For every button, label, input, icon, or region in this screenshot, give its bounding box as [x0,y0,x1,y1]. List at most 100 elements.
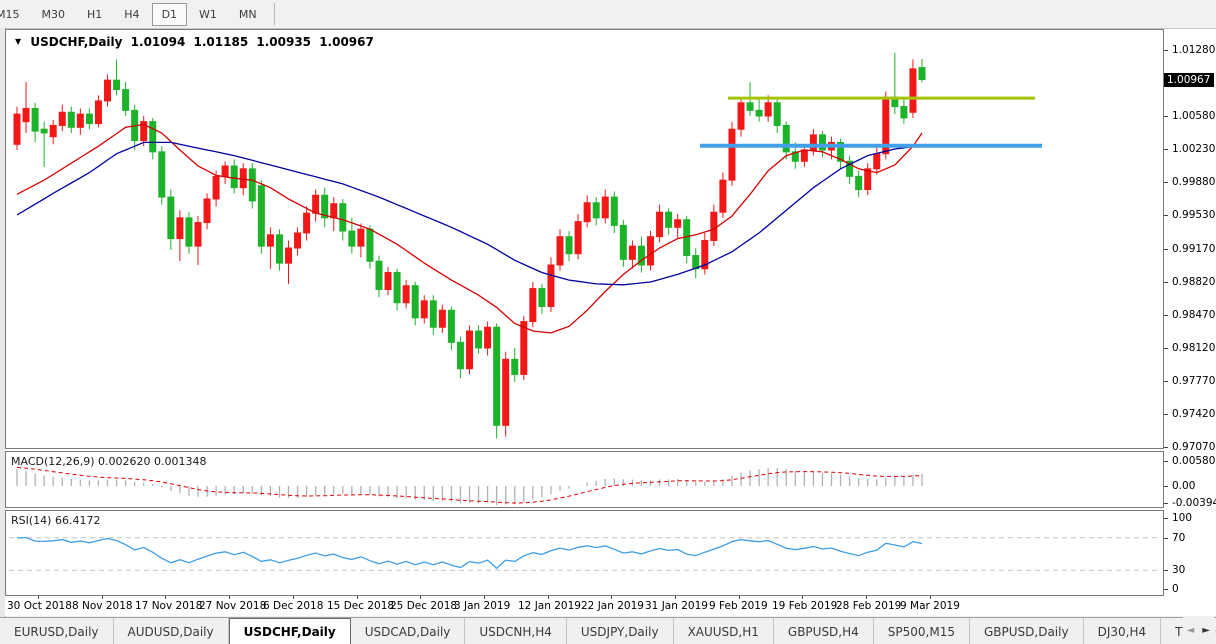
date-axis-tick [866,596,867,599]
axis-tick [1164,348,1168,349]
symbol-dropdown-icon[interactable]: ▼ [15,37,21,46]
date-axis-label: 22 Jan 2019 [581,600,644,612]
axis-tick [1164,215,1168,216]
date-axis-tick [484,596,485,599]
price-axis-label: 0.98120 [1172,342,1215,354]
mt4-window: M15M30H1H4D1W1MN ▼ USDCHF,Daily 1.01094 … [0,0,1216,644]
price-axis-label: 0.97770 [1172,375,1215,387]
timeframe-button-h4[interactable]: H4 [114,3,149,26]
axis-tick [1164,182,1168,183]
chart-tab-eurusd[interactable]: EURUSD,Daily [0,618,114,644]
date-axis-label: 30 Oct 2018 [7,600,72,612]
date-axis-tick [102,596,103,599]
chart-symbol-label: USDCHF,Daily [30,35,122,49]
timeframe-button-m15[interactable]: M15 [0,3,30,26]
date-axis-tick [548,596,549,599]
macd-label: MACD(12,26,9) 0.002620 0.001348 [11,455,207,468]
tab-scroll-arrows: ◄ ► [1183,617,1214,644]
toolbar-separator [274,3,275,25]
price-chart-panel[interactable]: ▼ USDCHF,Daily 1.01094 1.01185 1.00935 1… [5,29,1164,449]
timeframe-button-h1[interactable]: H1 [77,3,112,26]
date-axis-label: 9 Feb 2019 [709,600,768,612]
date-axis-tick [229,596,230,599]
macd-axis-label: 0.00 [1172,480,1195,492]
ohlc-close: 1.00967 [319,35,374,49]
tab-scroll-left-icon[interactable]: ◄ [1187,625,1195,636]
price-axis-label: 0.97070 [1172,441,1215,453]
chart-tab-gbpusd[interactable]: GBPUSD,Daily [970,618,1084,644]
date-axis-label: 27 Nov 2018 [199,600,266,612]
axis-tick [1164,116,1168,117]
axis-tick [1164,518,1168,519]
ohlc-high: 1.01185 [194,35,249,49]
axis-tick [1164,149,1168,150]
axis-tick [1164,570,1168,571]
tab-scroll-right-icon[interactable]: ► [1202,625,1210,636]
chart-workspace: ▼ USDCHF,Daily 1.01094 1.01185 1.00935 1… [5,29,1216,616]
timeframe-button-d1[interactable]: D1 [152,3,187,26]
axis-tick [1164,486,1168,487]
date-axis-label: 19 Feb 2019 [772,600,837,612]
date-axis-label: 15 Dec 2018 [327,600,394,612]
date-axis-label: 31 Jan 2019 [645,600,708,612]
ohlc-open: 1.01094 [131,35,186,49]
date-axis-label: 28 Feb 2019 [836,600,901,612]
macd-panel[interactable]: MACD(12,26,9) 0.002620 0.001348 [5,451,1164,508]
date-axis-tick [357,596,358,599]
macd-axis-label: 0.005802 [1172,455,1216,467]
axis-tick [1164,589,1168,590]
chart-tab-xauusd[interactable]: XAUUSD,H1 [674,618,774,644]
price-axis-label: 1.00580 [1172,110,1215,122]
date-axis-tick [802,596,803,599]
timeframe-button-m30[interactable]: M30 [32,3,76,26]
date-axis-tick [675,596,676,599]
price-axis-label: 1.01280 [1172,44,1215,56]
date-axis-label: 12 Jan 2019 [518,600,581,612]
price-axis-label: 0.99170 [1172,243,1215,255]
chart-tab-audusd[interactable]: AUDUSD,Daily [114,618,229,644]
price-axis-label: 0.99530 [1172,209,1215,221]
chart-tab-usdjpy[interactable]: USDJPY,Daily [567,618,674,644]
axis-tick [1164,538,1168,539]
price-axis-label: 0.98470 [1172,309,1215,321]
chart-tab-usdcad[interactable]: USDCAD,Daily [351,618,466,644]
date-axis-label: 8 Nov 2018 [72,600,133,612]
axis-tick [1164,461,1168,462]
axis-tick [1164,315,1168,316]
date-axis-label: 6 Dec 2018 [263,600,323,612]
chart-tab-gbpusd[interactable]: GBPUSD,H4 [774,618,874,644]
date-axis-tick [165,596,166,599]
rsi-axis-label: 0 [1172,583,1179,595]
date-axis-tick [293,596,294,599]
price-axis-label: 1.00230 [1172,143,1215,155]
chart-tab-usdchf[interactable]: USDCHF,Daily [229,618,351,644]
axis-tick [1164,447,1168,448]
axis-tick [1164,503,1168,504]
date-axis-tick [930,596,931,599]
date-axis-label: 25 Dec 2018 [390,600,457,612]
rsi-panel[interactable]: RSI(14) 66.4172 [5,510,1164,596]
date-axis[interactable]: 30 Oct 20188 Nov 201817 Nov 201827 Nov 2… [5,596,1164,616]
timeframe-button-mn[interactable]: MN [229,3,267,26]
price-axis[interactable]: 1.00967 1.012801.005801.002300.998800.99… [1164,29,1216,616]
date-axis-tick [420,596,421,599]
rsi-label: RSI(14) 66.4172 [11,514,100,527]
chart-tab-usdcnh[interactable]: USDCNH,H4 [465,618,567,644]
axis-tick [1164,414,1168,415]
price-axis-label: 0.99880 [1172,176,1215,188]
timeframe-button-w1[interactable]: W1 [189,3,227,26]
date-axis-tick [38,596,39,599]
date-axis-label: 3 Jan 2019 [454,600,510,612]
chart-tab-sp500[interactable]: SP500,M15 [874,618,970,644]
date-axis-label: 9 Mar 2019 [900,600,960,612]
date-axis-tick [739,596,740,599]
macd-axis-label: -0.003945 [1172,497,1216,509]
ohlc-low: 1.00935 [256,35,311,49]
axis-tick [1164,50,1168,51]
chart-tab-dj30[interactable]: DJ30,H4 [1084,618,1162,644]
rsi-axis-label: 70 [1172,532,1185,544]
chart-title: ▼ USDCHF,Daily 1.01094 1.01185 1.00935 1… [15,35,378,49]
rsi-axis-label: 100 [1172,512,1192,524]
price-axis-label: 0.98820 [1172,276,1215,288]
axis-tick [1164,249,1168,250]
